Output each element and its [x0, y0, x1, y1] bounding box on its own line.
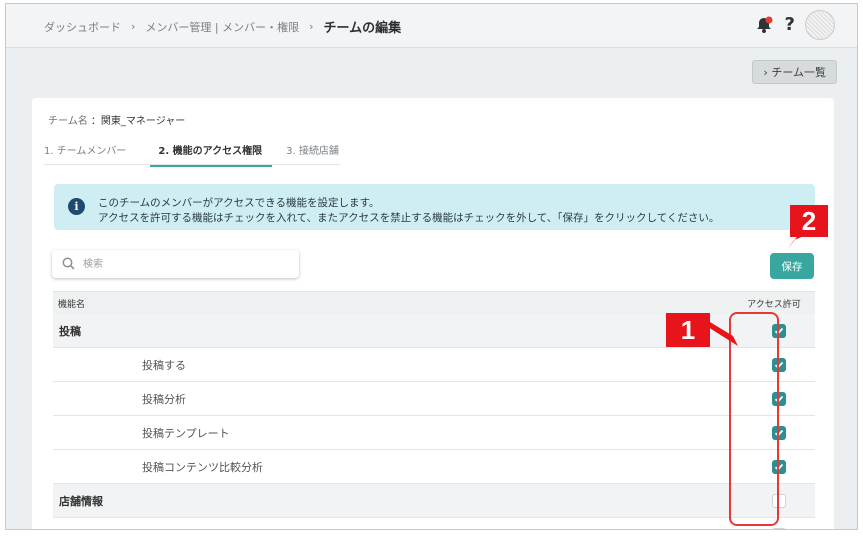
- column-header-feature: 機能名: [58, 299, 86, 310]
- table-row: 投稿する: [53, 348, 815, 382]
- feature-name: 投稿コンテンツ比較分析: [142, 460, 263, 474]
- search-box[interactable]: [52, 250, 299, 278]
- info-alert: i このチームのメンバーがアクセスできる機能を設定します。 アクセスを許可する機…: [54, 184, 815, 230]
- table-row: 基本情報: [53, 518, 815, 530]
- search-icon: [62, 255, 75, 274]
- feature-name: 店舗情報: [59, 494, 103, 508]
- table-row: 投稿テンプレート: [53, 416, 815, 450]
- help-icon[interactable]: ?: [785, 14, 795, 36]
- info-icon: i: [68, 198, 85, 215]
- callout-badge-2: 2: [790, 205, 828, 237]
- breadcrumb-separator: ›: [309, 20, 314, 33]
- search-input[interactable]: [81, 257, 285, 271]
- feature-name: 投稿分析: [142, 392, 186, 406]
- table-row: 投稿分析: [53, 382, 815, 416]
- table-row: 投稿コンテンツ比較分析: [53, 450, 815, 484]
- header-actions: ?: [753, 10, 835, 40]
- access-cell: [743, 527, 815, 529]
- header-bar: ダッシュボード › メンバー管理 | メンバー・権限 › チームの編集 ?: [6, 4, 857, 48]
- team-name: チーム名 ：関東_マネージャー: [48, 112, 185, 127]
- feature-name: 投稿テンプレート: [142, 426, 230, 440]
- highlight-checkbox-column: [729, 312, 779, 526]
- tab-feature-access[interactable]: 2. 機能のアクセス権限: [150, 136, 273, 167]
- breadcrumb-separator: ›: [131, 20, 136, 33]
- team-edit-card: チーム名 ：関東_マネージャー 1. チームメンバー 2. 機能のアクセス権限 …: [32, 98, 834, 530]
- feature-name: 投稿: [59, 324, 81, 338]
- info-text-line-1: このチームのメンバーがアクセスできる機能を設定します。: [98, 197, 380, 209]
- team-list-button[interactable]: › チーム一覧: [752, 60, 837, 84]
- feature-name: 投稿する: [142, 358, 186, 372]
- team-name-value: ：関東_マネージャー: [90, 116, 186, 127]
- info-text-line-2: アクセスを許可する機能はチェックを入れて、またアクセスを禁止する機能はチェックを…: [98, 212, 720, 224]
- breadcrumb-dashboard[interactable]: ダッシュボード: [44, 19, 121, 35]
- avatar[interactable]: [805, 10, 835, 40]
- table-header: 機能名 アクセス許可: [53, 291, 815, 314]
- notification-bell-icon[interactable]: [753, 14, 775, 36]
- tab-divider: [44, 164, 340, 165]
- access-checkbox[interactable]: [772, 527, 786, 529]
- breadcrumb: ダッシュボード › メンバー管理 | メンバー・権限 › チームの編集: [44, 17, 401, 36]
- tab-members[interactable]: 1. チームメンバー: [44, 136, 136, 167]
- feature-name: 基本情報: [53, 527, 186, 530]
- column-header-access: アクセス許可: [747, 299, 801, 310]
- tab-bar: 1. チームメンバー 2. 機能のアクセス権限 3. 接続店舗: [44, 136, 363, 167]
- table-group-row: 店舗情報: [53, 484, 815, 518]
- tab-stores[interactable]: 3. 接続店舗: [286, 136, 349, 167]
- breadcrumb-members[interactable]: メンバー管理 | メンバー・権限: [145, 19, 299, 35]
- team-name-label: チーム名: [48, 116, 88, 127]
- page-title: チームの編集: [323, 21, 402, 36]
- callout-badge-1: 1: [666, 313, 710, 347]
- save-button[interactable]: 保存: [770, 253, 814, 279]
